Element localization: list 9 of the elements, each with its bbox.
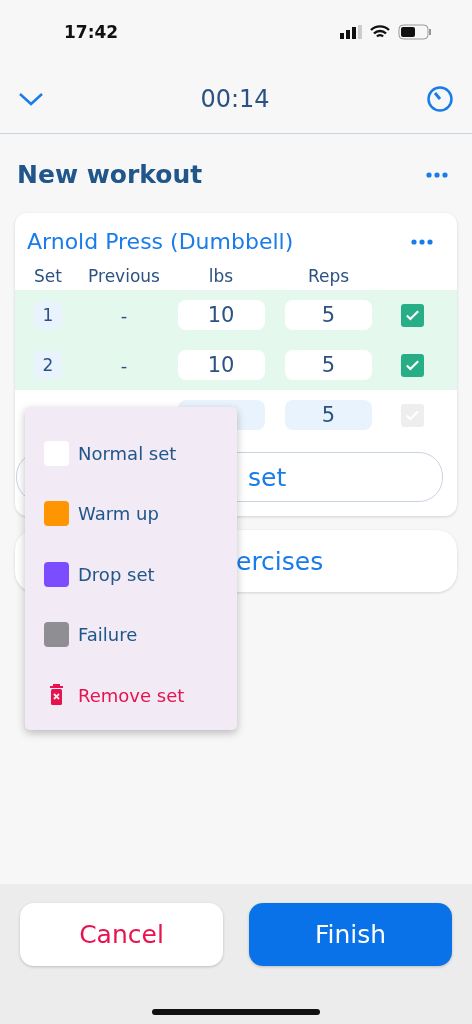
status-time: 17:42	[64, 22, 119, 42]
previous-value: -	[119, 304, 129, 326]
workout-title: New workout	[17, 160, 203, 189]
previous-value: -	[119, 354, 129, 376]
column-header: Set	[33, 265, 63, 288]
workout-timer: 00:14	[200, 84, 270, 113]
column-header: Reps	[306, 265, 351, 288]
column-header: lbs	[207, 265, 235, 288]
column-header: Previous	[87, 265, 161, 288]
